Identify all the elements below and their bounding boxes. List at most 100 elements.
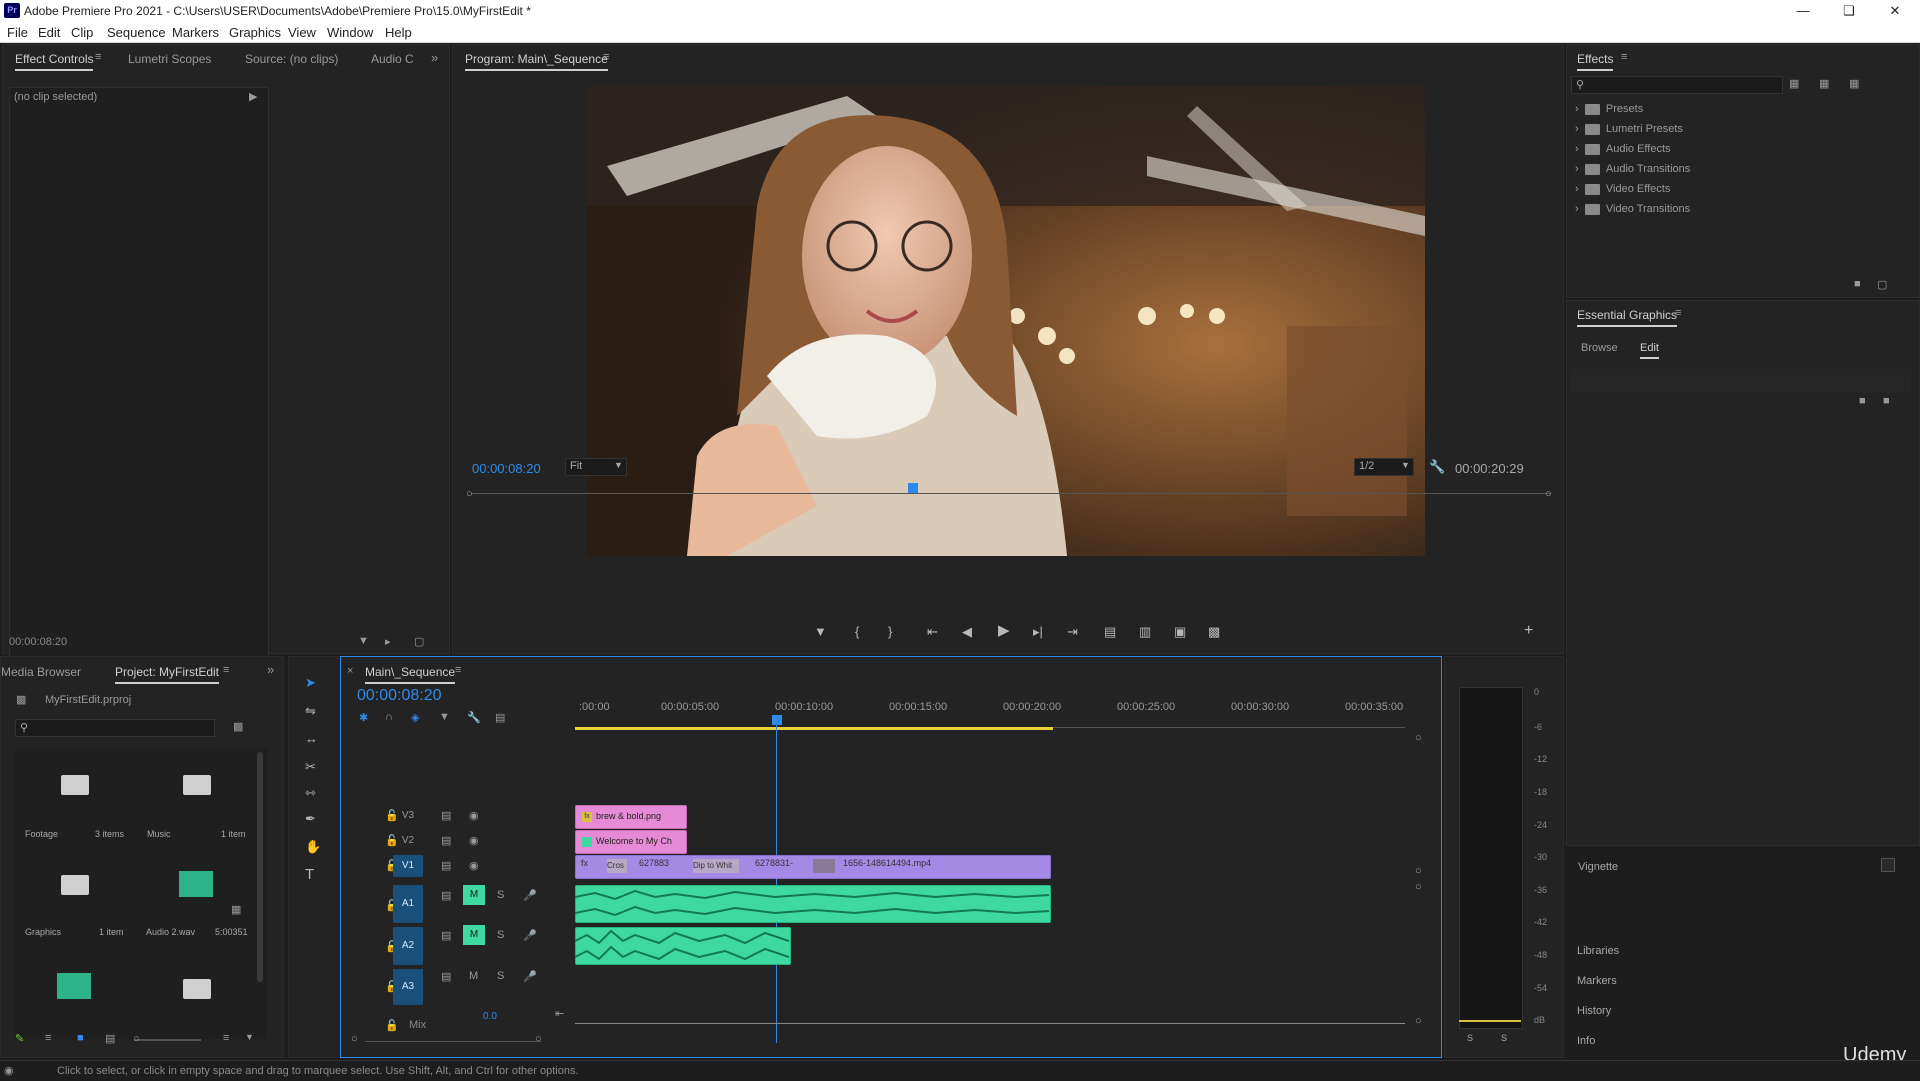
solo-right-button[interactable]: S bbox=[1501, 1033, 1507, 1043]
step-forward-icon[interactable]: ▸| bbox=[1033, 624, 1043, 640]
go-to-in-icon[interactable]: ⇤ bbox=[927, 624, 938, 640]
overflow-chevron-icon[interactable]: » bbox=[267, 662, 274, 677]
audio-waveform-icon[interactable] bbox=[57, 973, 91, 999]
hand-tool-icon[interactable]: ✋ bbox=[305, 839, 321, 855]
track-select-tool-icon[interactable]: ⇋ bbox=[305, 703, 316, 719]
clip-v1-627883[interactable]: 627883 bbox=[639, 858, 669, 868]
project-menu-icon[interactable]: ≡ bbox=[223, 664, 229, 676]
panel-menu-icon[interactable]: ≡ bbox=[95, 51, 101, 63]
fit-dropdown[interactable]: Fit ▼ bbox=[565, 458, 627, 476]
effects-item-lumetri-presets[interactable]: › Lumetri Presets bbox=[1575, 123, 1683, 141]
clip-v1-main[interactable]: 1656-148614494.mp4 bbox=[843, 858, 931, 868]
solo-button[interactable]: S bbox=[497, 929, 504, 941]
new-layer-icon[interactable]: ■ bbox=[1859, 395, 1866, 407]
folder-icon[interactable] bbox=[61, 875, 89, 895]
vscroll-handle[interactable]: ○ bbox=[1415, 881, 1422, 893]
effects-item-video-effects[interactable]: › Video Effects bbox=[1575, 183, 1670, 201]
track-v3[interactable]: V3 bbox=[393, 805, 423, 827]
tab-effect-controls[interactable]: Effect Controls bbox=[15, 52, 94, 71]
close-icon[interactable]: ✕ bbox=[1872, 0, 1918, 22]
zoom-slider-handle[interactable]: ○ bbox=[133, 1033, 140, 1045]
type-tool-icon[interactable]: T bbox=[305, 867, 314, 883]
vignette-checkbox[interactable] bbox=[1881, 858, 1895, 872]
tab-effects[interactable]: Effects bbox=[1577, 52, 1614, 71]
pen-tool-icon[interactable]: ✒ bbox=[305, 811, 316, 827]
timeline-zoom-bar[interactable] bbox=[365, 1041, 541, 1042]
vscroll-handle[interactable]: ○ bbox=[1415, 865, 1422, 877]
effects-menu-icon[interactable]: ≡ bbox=[1621, 51, 1627, 63]
clip-v1-6278831[interactable]: 6278831- bbox=[755, 858, 793, 868]
eye-icon[interactable]: ◉ bbox=[469, 834, 479, 847]
microphone-icon[interactable]: 🎤 bbox=[523, 970, 537, 983]
tab-project[interactable]: Project: MyFirstEdit bbox=[115, 665, 220, 684]
list-view-icon[interactable]: ≡ bbox=[45, 1032, 51, 1044]
menu-edit[interactable]: Edit bbox=[38, 25, 60, 40]
sync-lock-icon[interactable]: ▤ bbox=[441, 889, 451, 902]
minimize-icon[interactable]: — bbox=[1780, 0, 1826, 22]
filter-icon[interactable]: ▼ bbox=[358, 635, 369, 647]
track-v1[interactable]: V1 bbox=[393, 855, 423, 877]
effects-item-presets[interactable]: › Presets bbox=[1575, 103, 1643, 121]
panel-libraries[interactable]: Libraries bbox=[1577, 945, 1619, 957]
menu-file[interactable]: File bbox=[7, 25, 28, 40]
clip-v2[interactable]: Welcome to My Ch bbox=[575, 830, 687, 854]
selection-tool-icon[interactable]: ➤ bbox=[305, 675, 316, 691]
effects-item-audio-transitions[interactable]: › Audio Transitions bbox=[1575, 163, 1690, 181]
timeline-hscroll[interactable] bbox=[575, 1023, 1405, 1024]
add-marker-icon[interactable]: ▼ bbox=[814, 624, 827, 640]
folder-icon[interactable] bbox=[61, 775, 89, 795]
play-icon[interactable]: ▶ bbox=[998, 623, 1010, 639]
sequence-menu-icon[interactable]: ≡ bbox=[455, 664, 461, 676]
project-scrollbar[interactable] bbox=[257, 752, 263, 982]
linked-selection-icon[interactable]: ◈ bbox=[411, 711, 419, 724]
resolution-dropdown[interactable]: 1/2 ▼ bbox=[1354, 458, 1414, 476]
eye-icon[interactable]: ◉ bbox=[469, 809, 479, 822]
program-scrubber[interactable]: ○ ○ bbox=[466, 483, 1552, 500]
timeline-timecode[interactable]: 00:00:08:20 bbox=[357, 687, 442, 705]
panel-markers[interactable]: Markers bbox=[1577, 975, 1617, 987]
go-to-end-icon[interactable]: ⇤ bbox=[555, 1007, 564, 1020]
tab-media-browser[interactable]: Media Browser bbox=[1, 665, 81, 679]
program-menu-icon[interactable]: ≡ bbox=[603, 51, 609, 63]
menu-graphics[interactable]: Graphics bbox=[229, 25, 281, 40]
track-a1[interactable]: A1 bbox=[393, 885, 423, 923]
nest-icon[interactable]: ✱ bbox=[359, 711, 368, 724]
sync-lock-icon[interactable]: ▤ bbox=[441, 809, 451, 822]
extract-icon[interactable]: ▥ bbox=[1139, 624, 1151, 640]
comparison-view-icon[interactable]: ▩ bbox=[1208, 624, 1220, 640]
tab-lumetri-scopes[interactable]: Lumetri Scopes bbox=[128, 52, 211, 66]
track-a3[interactable]: A3 bbox=[393, 969, 423, 1005]
restore-icon[interactable]: ❏ bbox=[1826, 0, 1872, 22]
add-marker-icon[interactable]: ▼ bbox=[439, 711, 450, 723]
transition-block[interactable] bbox=[813, 859, 835, 873]
eye-icon[interactable]: ◉ bbox=[469, 859, 479, 872]
tab-sequence[interactable]: Main\_Sequence bbox=[365, 665, 456, 684]
mute-button[interactable]: M bbox=[463, 925, 485, 945]
wrench-icon[interactable]: 🔧 bbox=[467, 711, 481, 724]
lift-icon[interactable]: ▤ bbox=[1104, 624, 1116, 640]
delete-icon[interactable]: ▢ bbox=[1877, 278, 1887, 291]
timeline-playhead-head[interactable] bbox=[772, 715, 782, 725]
scrubber-end-handle[interactable]: ○ bbox=[1545, 488, 1552, 500]
essential-graphics-menu-icon[interactable]: ≡ bbox=[1675, 307, 1681, 319]
menu-window[interactable]: Window bbox=[327, 25, 373, 40]
menu-markers[interactable]: Markers bbox=[172, 25, 219, 40]
freeform-view-icon[interactable]: ▤ bbox=[105, 1032, 115, 1045]
sort-icon[interactable]: ≡ bbox=[223, 1032, 229, 1044]
slip-tool-icon[interactable]: ⇿ bbox=[305, 785, 316, 801]
tab-essential-graphics[interactable]: Essential Graphics bbox=[1577, 308, 1678, 327]
solo-left-button[interactable]: S bbox=[1467, 1033, 1473, 1043]
menu-sequence[interactable]: Sequence bbox=[107, 25, 166, 40]
close-icon[interactable]: × bbox=[347, 665, 353, 677]
track-v2[interactable]: V2 bbox=[393, 830, 423, 852]
export-frame-icon[interactable]: ▢ bbox=[414, 635, 424, 648]
sync-lock-icon[interactable]: ▤ bbox=[441, 834, 451, 847]
solo-button[interactable]: S bbox=[497, 970, 504, 982]
effects-item-video-transitions[interactable]: › Video Transitions bbox=[1575, 203, 1690, 221]
32bit-effects-icon[interactable]: ▦ bbox=[1819, 77, 1829, 90]
delete-layer-icon[interactable]: ■ bbox=[1883, 395, 1890, 407]
solo-button[interactable]: S bbox=[497, 889, 504, 901]
step-back-icon[interactable]: ◀ bbox=[962, 624, 972, 640]
vscroll-handle[interactable]: ○ bbox=[1415, 1015, 1422, 1027]
pencil-icon[interactable]: ✎ bbox=[15, 1032, 24, 1045]
